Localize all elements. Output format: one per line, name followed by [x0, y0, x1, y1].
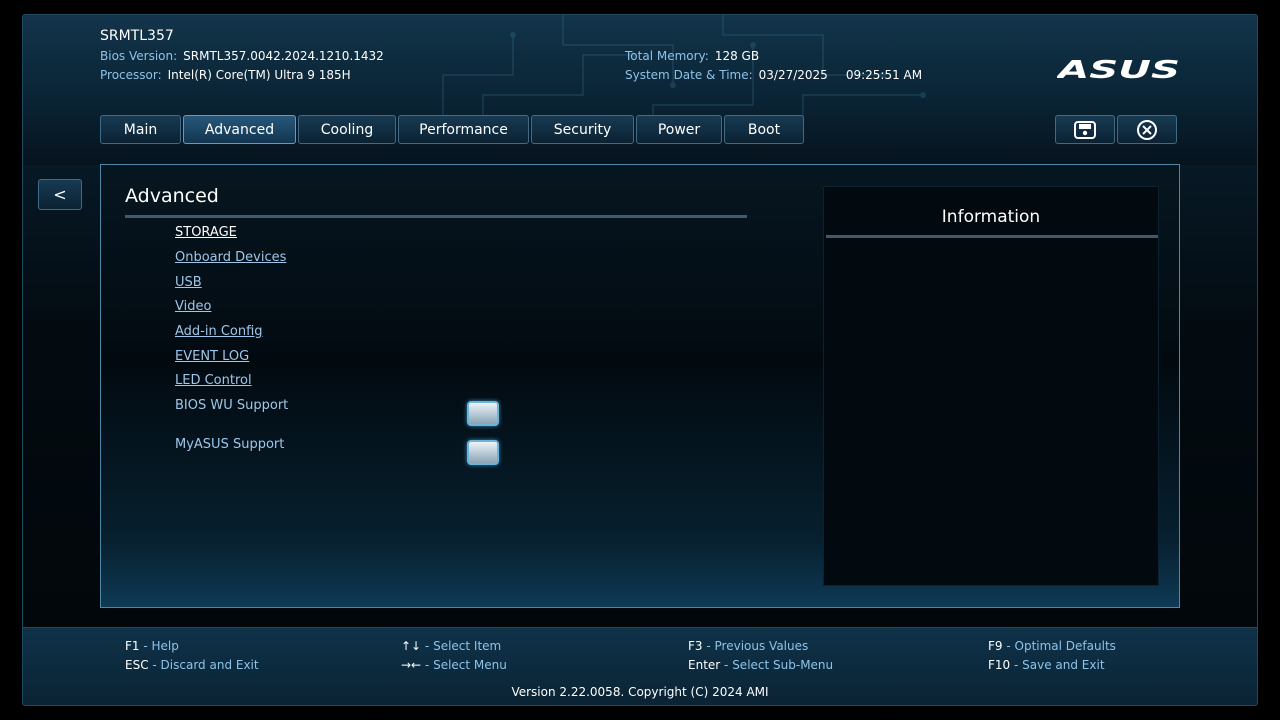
hint-select-sub-menu: Enter - Select Sub-Menu [688, 658, 834, 672]
date-value: 03/27/2025 [758, 68, 828, 82]
bios-window: SRMTL357 Bios Version: SRMTL357.0042.2024… [22, 14, 1258, 706]
bios-version-label: Bios Version: [100, 49, 178, 63]
myasus-support-label: MyASUS Support [175, 437, 285, 452]
hint-key: ↑↓ [401, 639, 422, 653]
bios-wu-support-checkbox[interactable] [467, 401, 499, 426]
hint-key: Enter [688, 658, 721, 672]
datetime-label: System Date & Time: [625, 68, 753, 82]
tab-cooling[interactable]: Cooling [298, 115, 396, 144]
information-panel: Information [823, 186, 1159, 586]
time-value: 09:25:51 AM [845, 68, 923, 82]
hint-optimal-defaults: F9 - Optimal Defaults [988, 639, 1116, 653]
close-circle-icon [1137, 119, 1157, 140]
hint-key: →← [401, 658, 422, 672]
page-title: Advanced [125, 185, 219, 207]
menu-item-storage[interactable]: STORAGE [175, 225, 237, 240]
hint-desc: Save and Exit [1022, 658, 1105, 672]
hint-desc: Select Item [433, 639, 502, 653]
menu-item-onboard-devices[interactable]: Onboard Devices [175, 250, 286, 265]
asus-logo-text: ASUS [1057, 57, 1180, 81]
hint-desc: Previous Values [714, 639, 809, 653]
menu-item-usb[interactable]: USB [175, 275, 202, 290]
menu-item-video[interactable]: Video [175, 299, 211, 314]
tab-power[interactable]: Power [636, 115, 722, 144]
hint-desc: Optimal Defaults [1014, 639, 1116, 653]
bios-version-value: SRMTL357.0042.2024.1210.1432 [183, 49, 384, 63]
hint-discard-exit: ESC - Discard and Exit [125, 658, 259, 672]
bios-version-row: Bios Version: SRMTL357.0042.2024.1210.143… [100, 49, 384, 63]
hint-select-menu: →← - Select Menu [401, 658, 507, 672]
menu-item-add-in-config[interactable]: Add-in Config [175, 324, 263, 339]
hint-desc: Discard and Exit [160, 658, 259, 672]
tab-main[interactable]: Main [100, 115, 181, 144]
hint-key: F1 [125, 639, 140, 653]
hint-key: F3 [688, 639, 703, 653]
save-button[interactable] [1055, 115, 1115, 144]
hint-previous-values: F3 - Previous Values [688, 639, 809, 653]
hint-key: F9 [988, 639, 1003, 653]
tab-security[interactable]: Security [531, 115, 634, 144]
tab-performance[interactable]: Performance [398, 115, 529, 144]
hint-select-item: ↑↓ - Select Item [401, 639, 502, 653]
hint-desc: Select Menu [433, 658, 507, 672]
save-icon [1074, 120, 1096, 139]
memory-label: Total Memory: [625, 49, 709, 63]
title-divider [125, 215, 747, 218]
processor-value: Intel(R) Core(TM) Ultra 9 185H [167, 68, 351, 82]
datetime-row: System Date & Time: 03/27/2025 09:25:51 AM [625, 68, 922, 82]
myasus-support-checkbox[interactable] [467, 440, 499, 465]
tab-boot[interactable]: Boot [724, 115, 804, 144]
back-button[interactable]: < [38, 179, 82, 210]
hint-key: ESC [125, 658, 149, 672]
information-title: Information [941, 207, 1041, 227]
processor-row: Processor: Intel(R) Core(TM) Ultra 9 185H [100, 68, 351, 82]
memory-row: Total Memory: 128 GB [625, 49, 759, 63]
tab-advanced[interactable]: Advanced [183, 115, 296, 144]
footer: F1 - Help ESC - Discard and Exit ↑↓ - Se… [23, 627, 1257, 705]
memory-value: 128 GB [714, 49, 760, 63]
menu-item-event-log[interactable]: EVENT LOG [175, 349, 249, 364]
exit-button[interactable] [1117, 115, 1177, 144]
version-text: Version 2.22.0058. Copyright (C) 2024 AM… [511, 685, 769, 699]
model-name: SRMTL357 [100, 28, 174, 44]
information-divider [826, 235, 1158, 238]
hint-key: F10 [988, 658, 1011, 672]
processor-label: Processor: [100, 68, 162, 82]
hint-desc: Help [151, 639, 179, 653]
hint-desc: Select Sub-Menu [732, 658, 834, 672]
menu-item-led-control[interactable]: LED Control [175, 373, 252, 388]
hint-help: F1 - Help [125, 639, 179, 653]
bios-wu-support-label: BIOS WU Support [175, 398, 289, 413]
main-panel: Advanced STORAGE Onboard Devices USB Vid… [100, 164, 1180, 608]
hint-save-exit: F10 - Save and Exit [988, 658, 1105, 672]
asus-logo: ASUS [1057, 57, 1180, 81]
